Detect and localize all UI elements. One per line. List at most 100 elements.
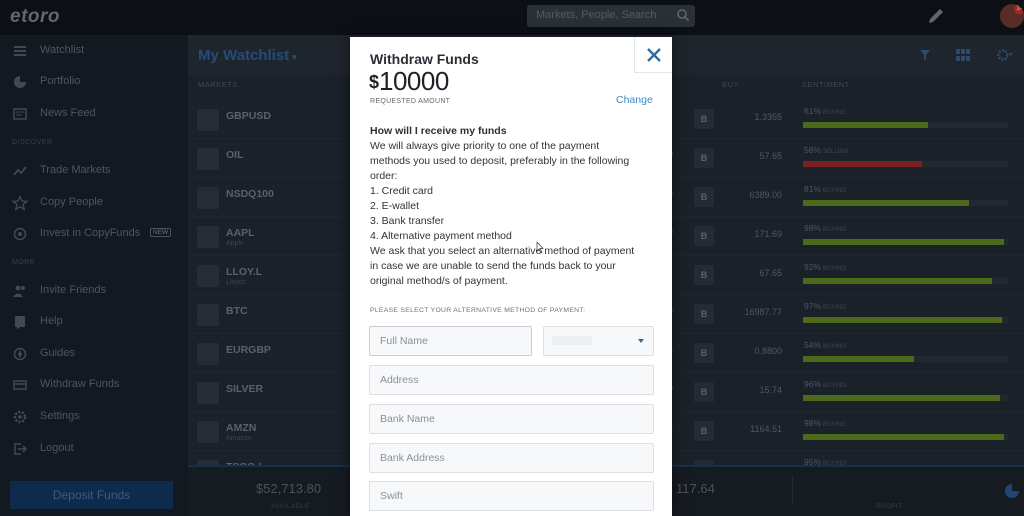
- section-more: MORE: [12, 259, 35, 266]
- sidebar-item-help[interactable]: Help: [0, 312, 188, 332]
- instrument-symbol[interactable]: LLOY.L: [226, 266, 262, 278]
- payment-method-select[interactable]: [543, 326, 654, 356]
- instrument-symbol[interactable]: BTC: [226, 305, 248, 317]
- address-input[interactable]: [369, 365, 654, 395]
- watchlist-title[interactable]: My Watchlist ▾: [198, 47, 297, 64]
- instrument-symbol[interactable]: AAPL: [226, 227, 255, 239]
- sentiment-bar-fill: [803, 356, 914, 362]
- sidebar-item-label: Withdraw Funds: [40, 378, 120, 390]
- bank-address-input[interactable]: [369, 443, 654, 473]
- sentiment-percent: 98%: [804, 418, 822, 428]
- instrument-symbol[interactable]: NSDQ100: [226, 188, 274, 200]
- buy-price: 0.8800: [754, 346, 782, 356]
- sentiment-side: BUYING: [823, 188, 847, 194]
- sidebar-item-settings[interactable]: Settings: [0, 407, 188, 427]
- sidebar-item-label: Portfolio: [40, 75, 81, 87]
- search-placeholder: Markets, People, Search: [536, 9, 657, 21]
- instrument-name: Amazon: [226, 435, 252, 442]
- sidebar-item-portfolio[interactable]: Portfolio: [0, 72, 188, 92]
- sidebar-item-label: Invite Friends: [40, 284, 107, 296]
- buy-button[interactable]: B: [694, 421, 714, 441]
- sentiment-percent: 96%: [804, 379, 822, 389]
- sidebar-item-logout[interactable]: Logout: [0, 439, 188, 459]
- instrument-icon: [197, 226, 219, 248]
- sentiment-percent: 98%: [804, 223, 822, 233]
- settings-gear-icon[interactable]: [996, 48, 1014, 62]
- sentiment-text: 96% BUYING: [804, 379, 846, 389]
- buy-price: 57.65: [759, 151, 782, 161]
- sentiment-bar-fill: [803, 434, 1004, 440]
- info-line: We will always give priority to one of t…: [370, 140, 600, 152]
- sidebar-item-label: News Feed: [40, 107, 96, 119]
- sentiment-bar: [803, 200, 1008, 206]
- sidebar-item-news-feed[interactable]: News Feed: [0, 104, 188, 124]
- search-box[interactable]: Markets, People, Search: [527, 5, 695, 27]
- sentiment-side: BUYING: [823, 383, 847, 389]
- search-icon[interactable]: [676, 8, 690, 22]
- withdraw-funds-dialog: Withdraw Funds $10000 REQUESTED AMOUNT C…: [350, 37, 672, 516]
- sidebar-item-label: Copy People: [40, 196, 103, 208]
- info-line: original method/s of payment.: [370, 275, 508, 287]
- deposit-funds-button[interactable]: Deposit Funds: [10, 481, 173, 509]
- close-button[interactable]: [634, 37, 672, 73]
- sidebar-item-invite-friends[interactable]: Invite Friends: [0, 281, 188, 301]
- buy-button[interactable]: B: [694, 343, 714, 363]
- info-line: 2. E-wallet: [370, 200, 420, 212]
- grid-view-icon[interactable]: [956, 49, 970, 61]
- etoro-logo[interactable]: etoro: [10, 6, 60, 28]
- instrument-symbol[interactable]: AMZN: [226, 422, 256, 434]
- sidebar-item-trade-markets[interactable]: Trade Markets: [0, 161, 188, 181]
- buy-button[interactable]: B: [694, 265, 714, 285]
- requested-amount: $10000: [369, 66, 449, 97]
- change-amount-link[interactable]: Change: [616, 94, 653, 106]
- notification-badge: 14: [1014, 4, 1024, 14]
- sentiment-side: BUYING: [823, 422, 847, 428]
- top-bar: etoro Markets, People, Search 14: [0, 0, 1024, 35]
- sidebar-item-label: Logout: [40, 442, 74, 454]
- edit-pencil-icon[interactable]: [925, 5, 947, 27]
- sentiment-side: BUYING: [823, 305, 847, 311]
- sentiment-side: BUYING: [823, 266, 847, 272]
- sentiment-percent: 81%: [804, 184, 822, 194]
- sentiment-bar: [803, 395, 1008, 401]
- full-name-input[interactable]: [369, 326, 532, 356]
- sidebar-item-watchlist[interactable]: Watchlist: [0, 41, 188, 61]
- instrument-symbol[interactable]: EURGBP: [226, 344, 271, 356]
- close-icon: [647, 48, 661, 62]
- chevron-down-icon: [638, 339, 644, 343]
- buy-button[interactable]: B: [694, 148, 714, 168]
- filter-icon[interactable]: [919, 49, 931, 61]
- news-icon: [13, 108, 27, 120]
- sentiment-bar: [803, 356, 1008, 362]
- portfolio-pie-icon[interactable]: [1004, 483, 1020, 499]
- sentiment-bar-fill: [803, 122, 929, 128]
- sentiment-bar: [803, 239, 1008, 245]
- sidebar-item-withdraw-funds[interactable]: Withdraw Funds: [0, 375, 188, 395]
- sidebar-item-label: Invest in CopyFunds: [40, 227, 141, 239]
- bank-name-input[interactable]: [369, 404, 654, 434]
- sentiment-side: BUYING: [823, 344, 847, 350]
- list-icon: [14, 46, 26, 56]
- sidebar-item-label: Settings: [40, 410, 80, 422]
- buy-price: 6389.00: [749, 190, 782, 200]
- sentiment-bar-fill: [803, 278, 992, 284]
- buy-button[interactable]: B: [694, 304, 714, 324]
- sidebar-item-guides[interactable]: Guides: [0, 344, 188, 364]
- swift-input[interactable]: [369, 481, 654, 511]
- user-avatar[interactable]: 14: [1000, 4, 1024, 28]
- sentiment-side: BUYING: [823, 110, 847, 116]
- sidebar-item-copy-people[interactable]: Copy People: [0, 193, 188, 213]
- instrument-symbol[interactable]: GBPUSD: [226, 110, 271, 122]
- sidebar-item-copyfunds[interactable]: Invest in CopyFunds NEW: [0, 224, 188, 244]
- star-icon: [12, 195, 28, 211]
- info-line: methods you used to deposit, preferably …: [370, 155, 630, 167]
- instrument-symbol[interactable]: OIL: [226, 149, 244, 161]
- buy-button[interactable]: B: [694, 382, 714, 402]
- currency-symbol: $: [369, 72, 380, 92]
- buy-button[interactable]: B: [694, 187, 714, 207]
- instrument-icon: [197, 187, 219, 209]
- instrument-symbol[interactable]: SILVER: [226, 383, 263, 395]
- buy-price: 67.65: [759, 268, 782, 278]
- buy-button[interactable]: B: [694, 226, 714, 246]
- buy-button[interactable]: B: [694, 109, 714, 129]
